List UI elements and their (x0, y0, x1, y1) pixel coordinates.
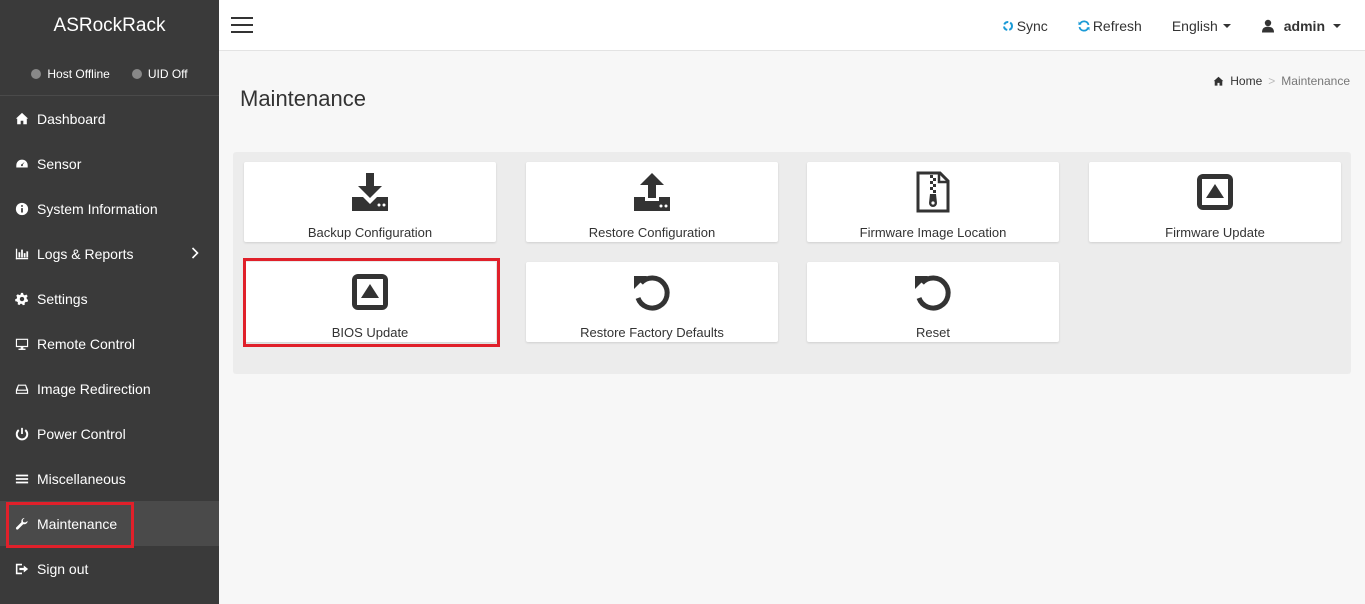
sidebar-item-label: Settings (37, 290, 88, 307)
sidebar-item-label: Image Redirection (37, 380, 151, 397)
sidebar-item-label: Logs & Reports (37, 245, 134, 262)
tile-label: Restore Configuration (588, 225, 716, 240)
host-status: Host Offline (31, 66, 110, 81)
firmware-image-location-tile[interactable]: Firmware Image Location (807, 162, 1059, 242)
sidebar-toggle-icon[interactable] (231, 17, 253, 33)
breadcrumb-current: Maintenance (1281, 74, 1350, 88)
uid-status-label: UID Off (147, 66, 188, 81)
sidebar-item-sensor[interactable]: Sensor (0, 141, 219, 186)
caret-down-icon (1222, 23, 1231, 28)
bios-update-tile[interactable]: BIOS Update (244, 262, 496, 342)
sync-button[interactable]: Sync (1002, 18, 1048, 34)
user-icon (1261, 19, 1274, 32)
sync-label: Sync (1016, 17, 1048, 34)
sidebar-item-label: Sensor (37, 155, 82, 172)
tile-label: BIOS Update (331, 325, 409, 340)
sign-out-icon (14, 561, 30, 577)
wrench-icon (14, 516, 30, 532)
gear-icon (14, 291, 30, 307)
restore-configuration-tile[interactable]: Restore Configuration (526, 162, 778, 242)
sidebar-item-label: Miscellaneous (37, 470, 126, 487)
uid-status[interactable]: UID Off (131, 66, 188, 81)
home-icon (14, 111, 30, 127)
tile-label: Backup Configuration (307, 225, 433, 240)
refresh-icon (1078, 19, 1090, 32)
host-status-dot-icon (31, 68, 42, 79)
uid-status-dot-icon (131, 68, 142, 79)
breadcrumb-home-link[interactable]: Home (1230, 74, 1262, 88)
reset-icon (807, 270, 1059, 314)
top-bar: Sync Refresh English admin (219, 0, 1365, 51)
monitor-icon (14, 336, 30, 352)
status-row: Host Offline UID Off (0, 52, 219, 96)
tile-label: Restore Factory Defaults (580, 325, 724, 340)
power-icon (14, 426, 30, 442)
caret-down-icon (1333, 23, 1341, 28)
sidebar-item-label: Maintenance (37, 515, 118, 532)
sync-icon (1002, 20, 1013, 31)
zip-file-icon (807, 170, 1059, 214)
user-name: admin (1283, 17, 1325, 34)
sidebar-item-dashboard[interactable]: Dashboard (0, 96, 219, 141)
sidebar-item-settings[interactable]: Settings (0, 276, 219, 321)
tile-label: Firmware Update (1165, 225, 1265, 240)
sidebar-item-logs-reports[interactable]: Logs & Reports (0, 231, 219, 276)
language-dropdown[interactable]: English (1172, 18, 1231, 34)
sidebar-item-maintenance[interactable]: Maintenance (0, 501, 219, 546)
sidebar-nav: Dashboard Sensor System Information Logs… (0, 96, 219, 591)
sidebar-item-system-information[interactable]: System Information (0, 186, 219, 231)
sidebar-item-power-control[interactable]: Power Control (0, 411, 219, 456)
user-menu[interactable]: admin (1261, 18, 1341, 34)
undo-icon (526, 270, 778, 314)
page-title: Maintenance (240, 86, 366, 111)
menu-icon (14, 471, 30, 487)
brand-logo: ASRockRack (53, 15, 166, 36)
sidebar-item-sign-out[interactable]: Sign out (0, 546, 219, 591)
firmware-update-tile[interactable]: Firmware Update (1089, 162, 1341, 242)
home-icon (1213, 76, 1224, 86)
gauge-icon (14, 156, 30, 172)
tile-label: Reset (916, 325, 950, 340)
sidebar-item-label: Remote Control (37, 335, 136, 352)
sidebar: ASRockRack Host Offline UID Off Dashboar… (0, 0, 219, 604)
upload-icon (526, 170, 778, 214)
sidebar-item-label: Dashboard (37, 110, 106, 127)
sidebar-item-label: Sign out (37, 560, 89, 577)
breadcrumb-separator: > (1268, 74, 1276, 88)
info-icon (14, 201, 30, 217)
sidebar-item-remote-control[interactable]: Remote Control (0, 321, 219, 366)
drive-icon (14, 381, 30, 397)
bar-chart-icon (14, 246, 30, 262)
language-label: English (1171, 17, 1218, 34)
download-icon (244, 170, 496, 214)
firmware-update-icon (1089, 170, 1341, 214)
sidebar-item-label: System Information (37, 200, 158, 217)
tile-label: Firmware Image Location (859, 225, 1007, 240)
restore-factory-defaults-tile[interactable]: Restore Factory Defaults (526, 262, 778, 342)
host-status-label: Host Offline (47, 66, 110, 81)
sidebar-item-image-redirection[interactable]: Image Redirection (0, 366, 219, 411)
refresh-button[interactable]: Refresh (1078, 18, 1142, 34)
top-actions: Sync Refresh English admin (1002, 0, 1341, 51)
sidebar-item-label: Power Control (37, 425, 126, 442)
backup-configuration-tile[interactable]: Backup Configuration (244, 162, 496, 242)
refresh-label: Refresh (1092, 17, 1142, 34)
chevron-right-icon (191, 246, 199, 262)
sidebar-item-miscellaneous[interactable]: Miscellaneous (0, 456, 219, 501)
bios-update-icon (244, 270, 496, 314)
breadcrumb: Home > Maintenance (1213, 74, 1350, 88)
reset-tile[interactable]: Reset (807, 262, 1059, 342)
